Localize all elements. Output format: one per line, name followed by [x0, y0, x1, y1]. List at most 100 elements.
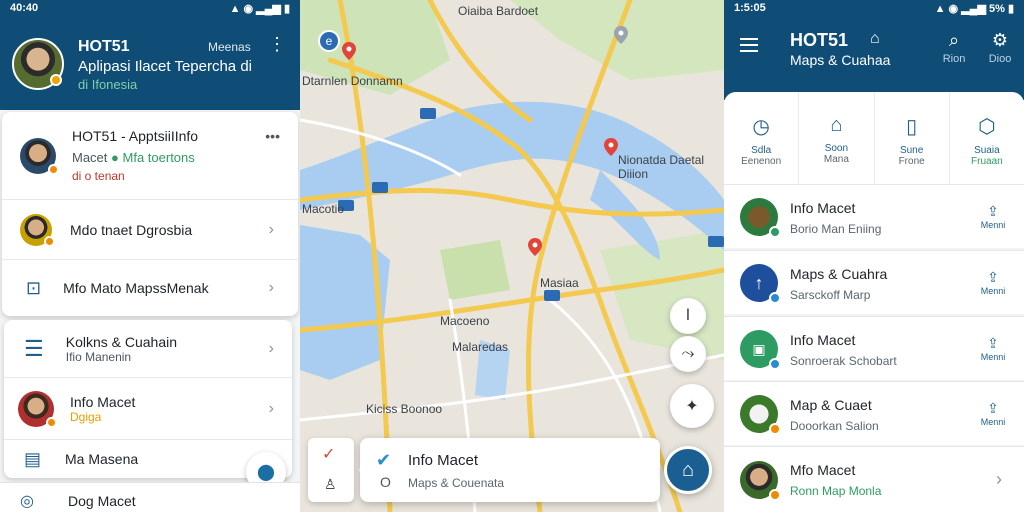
app-title: HOT51	[78, 38, 130, 55]
menu-card: ☰ Kolkns & Cuahain Ifio Manenin › Info M…	[4, 320, 292, 478]
list-item-title: Kolkns & Cuahain	[65, 333, 178, 350]
header-action-link[interactable]: Meenas	[208, 40, 251, 54]
document-icon: ▤	[24, 448, 42, 469]
map-label: Malaredas	[452, 340, 509, 354]
traffic-button[interactable]: ✦	[670, 384, 714, 428]
right-screen: 1:5:05 ▲ ◉ ▂▄▆ 5% ▮ HOT51 ⌂ Maps & Cuaha…	[724, 0, 1024, 512]
circle-icon: ◎	[20, 493, 34, 510]
app-title: HOT51	[790, 30, 849, 50]
route-shield-icon	[420, 108, 436, 119]
map-label: Dtarnlen Donnamn	[302, 74, 403, 88]
left-header: 40:40 ▲ ◉ ▂▄▆ ▮ HOT51 Meenas ⋮ Aplipasi …	[0, 0, 300, 110]
quick-action-home[interactable]: ⌂ Soon Mana	[799, 92, 875, 184]
status-bar: 40:40 ▲ ◉ ▂▄▆ ▮	[0, 0, 300, 16]
list-item[interactable]: Info Macet Borio Man Eniing ⇪ Menni	[724, 184, 1024, 248]
map-label: Masiaa	[540, 276, 579, 290]
chevron-right-icon: ›	[268, 279, 274, 296]
avatar	[20, 213, 55, 247]
layers-button[interactable]: ⤳	[670, 336, 706, 372]
hamburger-menu-icon[interactable]	[740, 34, 758, 56]
sheet-title: Info Macet	[408, 452, 479, 469]
more-vertical-icon[interactable]: ⋮	[268, 34, 286, 55]
pin-icon: ⬤	[257, 464, 275, 481]
list-item-sub: Borio Man Eniing	[790, 222, 882, 236]
avatar	[740, 197, 781, 238]
search-label: Rion	[942, 53, 966, 65]
status-icons: ▲ ◉ ▂▄▆ ▮	[229, 2, 290, 15]
google-maps-icon[interactable]: ✓	[322, 444, 335, 464]
list-item[interactable]: Mfo Macet Ronn Map Monla ›	[724, 446, 1024, 512]
list-item[interactable]: ☰ Kolkns & Cuahain Ifio Manenin ›	[4, 320, 292, 378]
bag-icon: ⊡	[26, 277, 42, 298]
share-button[interactable]: ⇪ Menni	[976, 400, 1010, 427]
map-pin-icon[interactable]	[528, 238, 542, 256]
quick-action-clock[interactable]: ◷ Sdla Eenenon	[724, 92, 800, 184]
list-item-title: Ma Masena	[65, 451, 139, 467]
list-item-sub: Dooorkan Salion	[790, 419, 879, 433]
list-item-title: Map & Cuaet	[790, 397, 872, 413]
list-item[interactable]: ▣ Info Macet Sonroerak Schobart ⇪ Menni	[724, 316, 1024, 380]
avatar-badge	[50, 74, 62, 86]
app-subtitle: Maps & Cuahaa	[790, 52, 891, 68]
share-icon: ⇪	[987, 400, 999, 416]
status-time: 1:5:05	[734, 2, 766, 14]
map-pin-icon[interactable]	[614, 26, 628, 44]
map-label: Kiciss Boonoo	[366, 402, 443, 416]
share-button[interactable]: ⇪ Menni	[976, 335, 1010, 362]
map-view[interactable]: e Oiaiba Bardoet Dtarnlen Donnamn Nionat…	[300, 0, 724, 512]
share-button[interactable]: ⇪ Menni	[976, 269, 1010, 296]
home-icon[interactable]: ⌂	[870, 30, 880, 48]
map-label: Macoeno	[440, 314, 490, 328]
quick-action-label: Sdla	[751, 145, 772, 156]
gear-icon: ⚙	[991, 30, 1009, 50]
side-toolbar: ✓ ♙	[308, 438, 354, 502]
quick-action-sublabel: Mana	[823, 154, 849, 165]
bottom-sheet[interactable]: ✔ Info Macet O Maps & Couenata	[360, 438, 660, 502]
list-item[interactable]: ↑ Maps & Cuahra Sarsckoff Marp ⇪ Menni	[724, 250, 1024, 314]
bookmark-icon: ▯	[906, 116, 918, 138]
status-icons: ▲ ◉ ▂▄▆ 5% ▮	[934, 2, 1014, 15]
more-horizontal-icon[interactable]: •••	[265, 128, 280, 144]
list-item-title: Info Macet	[790, 332, 856, 348]
chevron-right-icon: ›	[996, 469, 1002, 489]
settings-button[interactable]: ⚙ Dioo	[980, 30, 1020, 65]
list-item[interactable]: Info Macet Dgiga ›	[4, 378, 292, 440]
traffic-icon: ✦	[685, 398, 699, 415]
list-item-sub: Ifio Manenin	[65, 349, 132, 364]
clock-icon: ◷	[752, 116, 770, 138]
list-item[interactable]: HOT51 - ApptsiiIInfo Macet ● Mfa toerton…	[2, 112, 298, 200]
list-item-sub: Dgiga	[70, 409, 102, 424]
chevron-right-icon: ›	[268, 339, 274, 357]
list-item-sub: Sonroerak Schobart	[790, 354, 897, 368]
list-item-title: Maps & Cuahra	[790, 266, 888, 282]
list-item[interactable]: Map & Cuaet Dooorkan Salion ⇪ Menni	[724, 381, 1024, 445]
map-pin-icon[interactable]	[604, 138, 618, 156]
layers-icon: ⤳	[681, 345, 695, 362]
chevron-right-icon: ›	[268, 220, 274, 238]
status-text: Mfa toertons	[122, 150, 195, 165]
compass-button[interactable]: ǀ	[670, 298, 706, 334]
quick-action-shield[interactable]: ⬡ Suaia Fruaan	[950, 92, 1024, 184]
quick-actions: ◷ Sdla Eenenon ⌂ Soon Mana ▯ Sune Frone …	[724, 92, 1024, 184]
list-item[interactable]: ⊡ Mfo Mato MapssMenak ›	[2, 260, 298, 316]
map-pin-icon[interactable]	[342, 42, 356, 60]
search-icon: ⌕	[948, 30, 960, 50]
sheet-subtitle: Maps & Couenata	[408, 476, 505, 490]
list-item-title: Info Macet	[790, 200, 856, 216]
share-button[interactable]: ⇪ Menni	[976, 203, 1010, 230]
navigation-icon: ⌂	[681, 458, 695, 481]
list-item[interactable]: Mdo tnaet Dgrosbia ›	[2, 200, 298, 260]
transit-icon[interactable]: e	[318, 30, 340, 52]
list-item-sub: Sarsckoff Marp	[790, 288, 871, 302]
chevron-right-icon: ›	[268, 399, 274, 417]
search-button[interactable]: ⌕ Rion	[934, 30, 974, 65]
bottom-peek-item[interactable]: ◎ Dog Macet	[0, 482, 300, 512]
person-icon[interactable]: ♙	[324, 476, 337, 493]
quick-action-bookmark[interactable]: ▯ Sune Frone	[875, 92, 950, 184]
navigate-button[interactable]: ⌂	[664, 446, 712, 494]
info-card: HOT51 - ApptsiiIInfo Macet ● Mfa toerton…	[2, 112, 298, 316]
route-shield-icon	[708, 236, 724, 247]
shield-icon: ⬡	[978, 116, 996, 138]
list-icon: ☰	[24, 335, 44, 361]
alert-text: di o tenan	[72, 169, 125, 183]
